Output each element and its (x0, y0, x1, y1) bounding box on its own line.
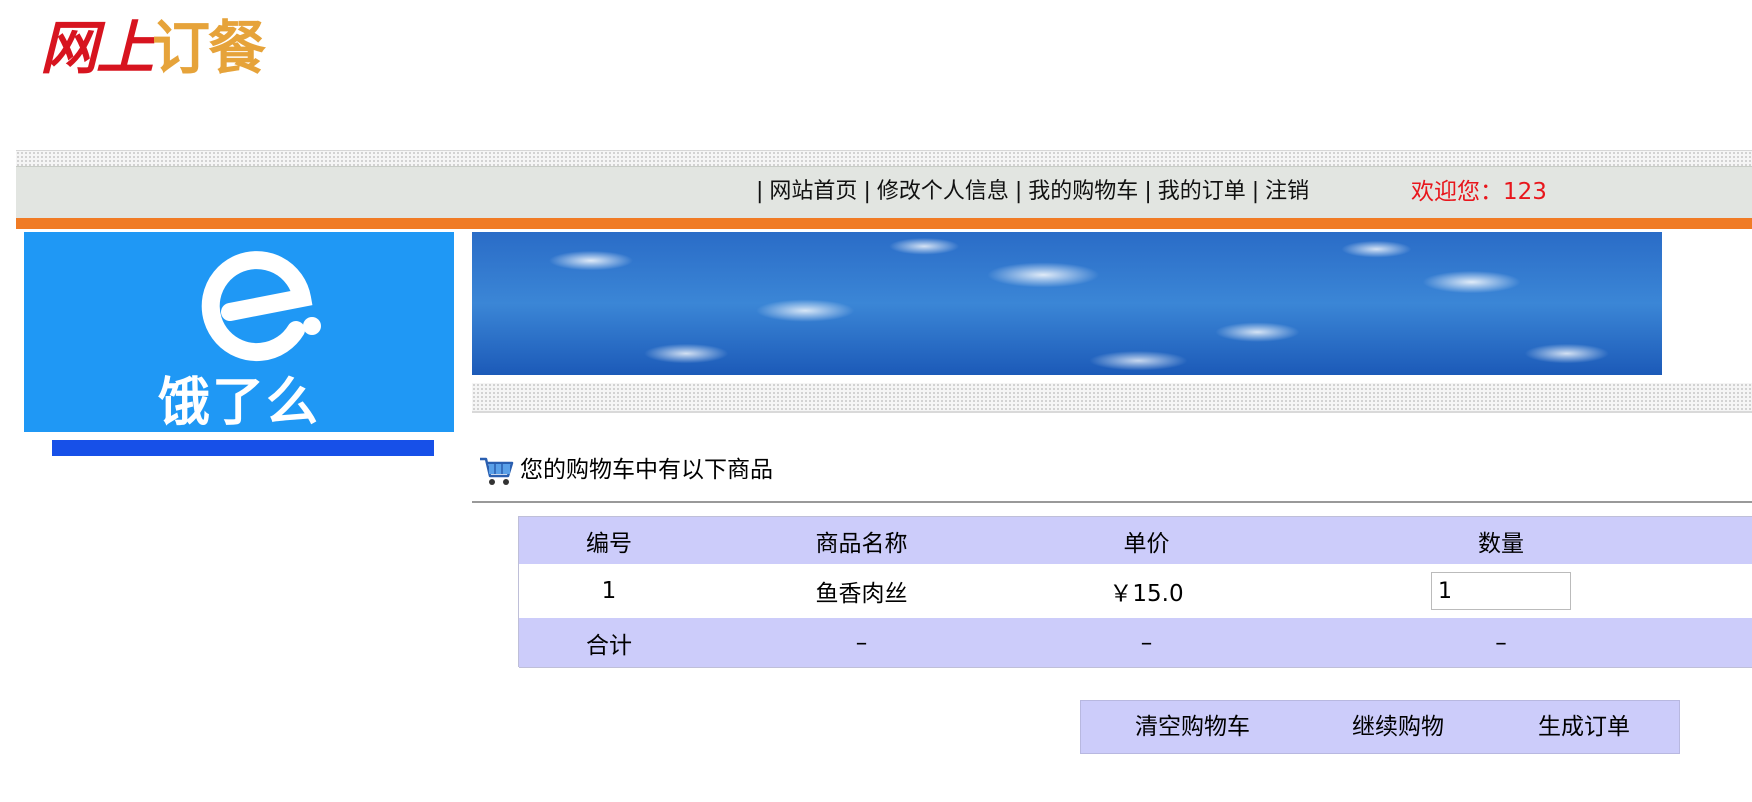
nav-link-logout[interactable]: 注销 (1265, 179, 1309, 204)
item-quantity-cell (1269, 564, 1733, 618)
nav-link-edit-profile[interactable]: 修改个人信息 (877, 179, 1009, 204)
nav-link-home[interactable]: 网站首页 (769, 179, 857, 204)
nav-link-my-orders[interactable]: 我的订单 (1158, 179, 1246, 204)
top-dotted-strip (16, 150, 1752, 167)
nav-separator: | (756, 179, 764, 204)
sky-banner-image (472, 232, 1662, 375)
create-order-button[interactable]: 生成订单 (1538, 701, 1630, 753)
nav-menu: | 网站首页 | 修改个人信息 | 我的购物车 | 我的订单 | 注销 (750, 166, 1309, 218)
cart-heading: 您的购物车中有以下商品 (478, 450, 773, 488)
shopping-cart-icon (480, 457, 514, 485)
table-header-row: 编号 商品名称 单价 数量 (519, 517, 1752, 564)
nav-link-my-cart[interactable]: 我的购物车 (1028, 179, 1138, 204)
column-header-name: 商品名称 (815, 530, 908, 557)
cart-action-bar: 清空购物车 继续购物 生成订单 (1080, 700, 1680, 754)
eleme-e-icon (201, 251, 321, 361)
eleme-brand-name: 饿了么 (157, 373, 320, 433)
clear-cart-button[interactable]: 清空购物车 (1135, 701, 1250, 753)
site-logo: 网上订餐 (40, 8, 385, 88)
cart-heading-text: 您的购物车中有以下商品 (520, 456, 773, 483)
orange-divider (16, 218, 1752, 229)
nav-separator: | (1014, 179, 1023, 204)
item-price: ￥15.0 (1109, 581, 1184, 607)
nav-separator: | (1144, 179, 1152, 204)
nav-separator: | (1251, 179, 1260, 204)
logo-text: 网上订餐 (40, 8, 266, 88)
table-row: 1 鱼香肉丝 ￥15.0 (519, 564, 1752, 618)
column-header-price: 单价 (1123, 530, 1170, 557)
mid-dotted-strip (472, 383, 1752, 413)
eleme-brand-box: 饿了么 (24, 232, 454, 433)
heading-rule (472, 501, 1752, 503)
column-header-id: 编号 (586, 530, 632, 557)
total-quantity: – (1495, 629, 1507, 656)
welcome-text: 欢迎您：123 (1411, 179, 1547, 205)
column-header-quantity: 数量 (1478, 530, 1524, 557)
logo-text-gold: 订餐 (152, 14, 266, 82)
nav-separator: | (863, 179, 871, 204)
total-price: – (1140, 629, 1153, 656)
total-name: – (855, 629, 868, 656)
quantity-input[interactable] (1431, 572, 1571, 610)
item-id: 1 (601, 578, 617, 604)
item-name: 鱼香肉丝 (815, 581, 908, 607)
table-total-row: 合计 – – – (519, 618, 1752, 668)
total-label: 合计 (586, 632, 632, 659)
continue-shopping-button[interactable]: 继续购物 (1352, 701, 1444, 753)
cart-table: 编号 商品名称 单价 数量 1 鱼香肉丝 ￥15.0 合计 – – – (518, 516, 1752, 668)
left-blue-bar (52, 440, 434, 456)
logo-text-red: 网上 (40, 14, 154, 82)
